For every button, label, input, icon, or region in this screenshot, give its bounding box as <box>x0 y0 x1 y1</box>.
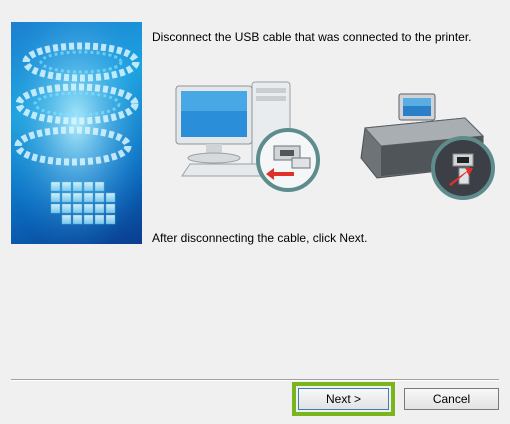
setup-dialog: Disconnect the USB cable that was connec… <box>0 0 510 424</box>
instruction-text: Disconnect the USB cable that was connec… <box>152 30 472 44</box>
next-button[interactable]: Next > <box>298 388 389 410</box>
printer-usb-disconnect-icon <box>355 88 497 200</box>
after-disconnect-text: After disconnecting the cable, click Nex… <box>152 231 368 245</box>
wizard-banner-image <box>11 22 142 244</box>
cancel-button[interactable]: Cancel <box>404 388 499 410</box>
computer-usb-disconnect-icon <box>170 72 330 192</box>
button-separator <box>11 379 499 381</box>
